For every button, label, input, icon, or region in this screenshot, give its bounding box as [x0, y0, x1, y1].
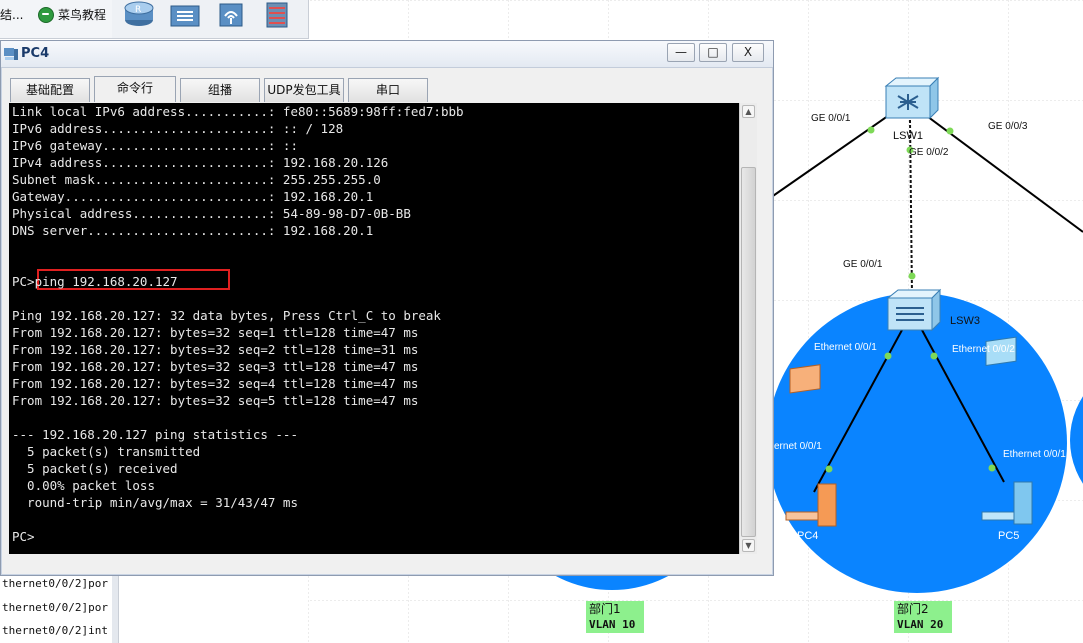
svg-text:R: R [135, 5, 141, 15]
device-label-lsw3[interactable]: LSW3 [950, 315, 980, 327]
console-line: Physical address..................: 54-8… [12, 206, 411, 221]
log-line: thernet0/0/2]int [2, 624, 108, 637]
console-line: PC> [12, 529, 35, 544]
console-line: From 192.168.20.127: bytes=32 seq=3 ttl=… [12, 359, 419, 374]
group-name: 部门2 [897, 602, 929, 616]
port-label: GE 0/0/3 [988, 121, 1028, 132]
tab-command-line[interactable]: 命令行 [94, 76, 176, 102]
device-label-lsw1[interactable]: LSW1 [893, 130, 923, 142]
console-line: 5 packet(s) received [12, 461, 178, 476]
console-line: IPv4 address......................: 192.… [12, 155, 389, 170]
console-line: PC>ping 192.168.20.127 [12, 274, 178, 289]
tab-serial[interactable]: 串口 [348, 78, 428, 102]
window-titlebar[interactable]: PC4 — □ X [1, 41, 773, 68]
app-tab-first[interactable]: 结... [0, 6, 23, 23]
console-line: From 192.168.20.127: bytes=32 seq=5 ttl=… [12, 393, 419, 408]
close-button[interactable]: X [732, 43, 764, 62]
log-line: thernet0/0/2]por [2, 601, 108, 614]
pc-icon [4, 48, 18, 60]
console-line: 0.00% packet loss [12, 478, 155, 493]
port-label: GE 0/0/1 [811, 113, 851, 124]
group-vlan: VLAN 10 [589, 618, 636, 631]
pc4-window: PC4 — □ X 基础配置 命令行 组播 UDP发包工具 串口 Link lo… [0, 40, 774, 576]
console-scrollbar[interactable]: ▲ ▼ [739, 103, 757, 554]
port-label: GE 0/0/2 [909, 147, 949, 158]
device-label-pc5[interactable]: PC5 [998, 530, 1019, 542]
console-line: Ping 192.168.20.127: 32 data bytes, Pres… [12, 308, 441, 323]
console-line: From 192.168.20.127: bytes=32 seq=4 ttl=… [12, 376, 419, 391]
left-log-pane: thernet0/0/2]por thernet0/0/2]por therne… [0, 572, 113, 643]
console-line: Gateway...........................: 192.… [12, 189, 374, 204]
log-line: thernet0/0/2]por [2, 577, 108, 590]
scroll-thumb[interactable] [741, 167, 756, 537]
panel-splitter[interactable] [112, 572, 119, 643]
console-line: IPv6 gateway......................: :: [12, 138, 298, 153]
app-tab-runoob-label: 菜鸟教程 [58, 8, 107, 22]
console-line: 5 packet(s) transmitted [12, 444, 201, 459]
vlan-tag-dept2: 部门2 VLAN 20 [894, 601, 952, 633]
port-label: ernet 0/0/1 [774, 441, 822, 452]
wireless-icon[interactable] [214, 0, 248, 30]
console-line: DNS server........................: 192.… [12, 223, 374, 238]
router-icon[interactable]: R [122, 0, 156, 30]
device-label-pc4[interactable]: PC4 [797, 530, 818, 542]
minimize-button[interactable]: — [667, 43, 695, 62]
scroll-up-icon[interactable]: ▲ [742, 105, 755, 118]
runoob-icon [38, 6, 54, 23]
maximize-button[interactable]: □ [699, 43, 727, 62]
tab-basic-config[interactable]: 基础配置 [10, 78, 90, 102]
console-line: round-trip min/avg/max = 31/43/47 ms [12, 495, 298, 510]
command-console[interactable]: Link local IPv6 address...........: fe80… [9, 103, 739, 554]
console-line: Subnet mask.......................: 255.… [12, 172, 381, 187]
switch-icon[interactable] [168, 0, 202, 30]
group-vlan: VLAN 20 [897, 618, 944, 631]
app-tab-runoob[interactable]: 菜鸟教程 [38, 6, 106, 23]
console-line: Link local IPv6 address...........: fe80… [12, 104, 464, 119]
device-toolbar: R [112, 0, 309, 39]
window-title: PC4 [21, 46, 50, 61]
console-line: --- 192.168.20.127 ping statistics --- [12, 427, 298, 442]
scroll-down-icon[interactable]: ▼ [742, 539, 755, 552]
tab-udp-tool[interactable]: UDP发包工具 [264, 78, 344, 102]
tab-multicast[interactable]: 组播 [180, 78, 260, 102]
port-label: Ethernet 0/0/2 [952, 344, 1015, 355]
console-line: From 192.168.20.127: bytes=32 seq=1 ttl=… [12, 325, 419, 340]
console-line: From 192.168.20.127: bytes=32 seq=2 ttl=… [12, 342, 419, 357]
app-tab-strip: 结... 菜鸟教程 [0, 0, 113, 39]
port-label: GE 0/0/1 [843, 259, 883, 270]
vlan-tag-dept1: 部门1 VLAN 10 [586, 601, 644, 633]
port-label: Ethernet 0/0/1 [1003, 449, 1066, 460]
console-line: IPv6 address......................: :: /… [12, 121, 344, 136]
firewall-icon[interactable] [260, 0, 294, 30]
group-name: 部门1 [589, 602, 621, 616]
port-label: Ethernet 0/0/1 [814, 342, 877, 353]
